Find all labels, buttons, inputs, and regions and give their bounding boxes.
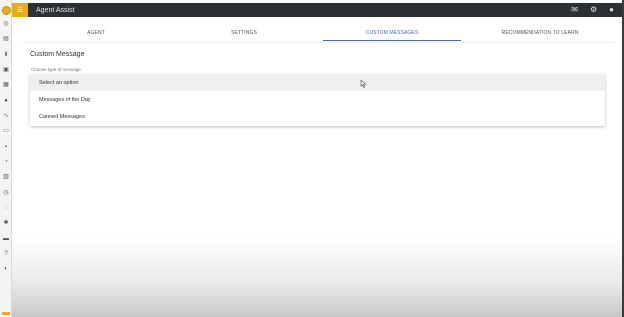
download-icon[interactable]: ⬇ — [0, 50, 12, 60]
logo-icon — [0, 4, 12, 16]
section-title: Custom Message — [30, 51, 85, 58]
top-bar: ☰ Agent Assist ✉ ⚙ ● — [12, 3, 622, 17]
bottom-shadow — [12, 237, 624, 317]
tab-recommendation-to-learn[interactable]: RECOMMENDATION TO LEARN — [466, 26, 614, 42]
history-icon[interactable]: ◷ — [0, 188, 12, 198]
gear-icon[interactable]: ✱ — [0, 218, 12, 228]
mouse-cursor-icon — [360, 80, 366, 88]
account-icon[interactable]: ● — [609, 6, 614, 14]
clock-icon[interactable]: ◔ — [0, 157, 12, 167]
message-type-dropdown[interactable]: Select an option Messages of the Day Can… — [30, 74, 605, 126]
app-title: Agent Assist — [36, 6, 75, 14]
dropdown-option-select[interactable]: Select an option — [30, 74, 605, 91]
message-type-label: Choose type of message — [31, 67, 81, 72]
app-frame: ◎ ▤ ⬇ ▣ ▦ ● ∿ ▭ ▪ ◔ ▥ ◷ ◌ ✱ ▬ ? ◐ ☰ Agen… — [0, 0, 624, 317]
pulse-icon[interactable]: ∿ — [0, 111, 12, 121]
calendar-icon[interactable]: ▦ — [0, 80, 12, 90]
clipboard-icon[interactable]: ▭ — [0, 126, 12, 136]
tab-settings[interactable]: SETTINGS — [170, 26, 318, 42]
dropdown-option-messages-of-the-day[interactable]: Messages of the Day — [30, 91, 605, 108]
toggle-icon[interactable]: ▬ — [0, 234, 12, 244]
chat-icon[interactable]: ▣ — [0, 65, 12, 75]
menu-button[interactable]: ☰ — [12, 3, 28, 17]
globe-icon[interactable]: ● — [0, 96, 12, 106]
tab-custom-messages[interactable]: CUSTOM MESSAGES — [318, 26, 466, 42]
timer-icon[interactable]: ◌ — [0, 203, 12, 213]
settings-icon[interactable]: ⚙ — [590, 6, 597, 14]
message-icon[interactable]: ✉ — [571, 6, 578, 14]
tab-bar: AGENT SETTINGS CUSTOM MESSAGES RECOMMEND… — [22, 26, 614, 42]
rail-accent — [2, 312, 10, 315]
help-icon[interactable]: ? — [0, 249, 12, 259]
document-icon[interactable]: ▥ — [0, 172, 12, 182]
tab-agent[interactable]: AGENT — [22, 26, 170, 42]
sidebar-rail: ◎ ▤ ⬇ ▣ ▦ ● ∿ ▭ ▪ ◔ ▥ ◷ ◌ ✱ ▬ ? ◐ — [0, 0, 12, 317]
palette-icon[interactable]: ◐ — [0, 264, 12, 274]
home-icon[interactable]: ◎ — [0, 19, 12, 29]
grid-icon[interactable]: ▪ — [0, 142, 12, 152]
hamburger-icon: ☰ — [16, 7, 24, 14]
top-icons: ✉ ⚙ ● — [571, 6, 622, 14]
book-icon[interactable]: ▤ — [0, 34, 12, 44]
dropdown-option-canned-messages[interactable]: Canned Messages — [30, 108, 605, 125]
tab-divider — [22, 42, 614, 43]
